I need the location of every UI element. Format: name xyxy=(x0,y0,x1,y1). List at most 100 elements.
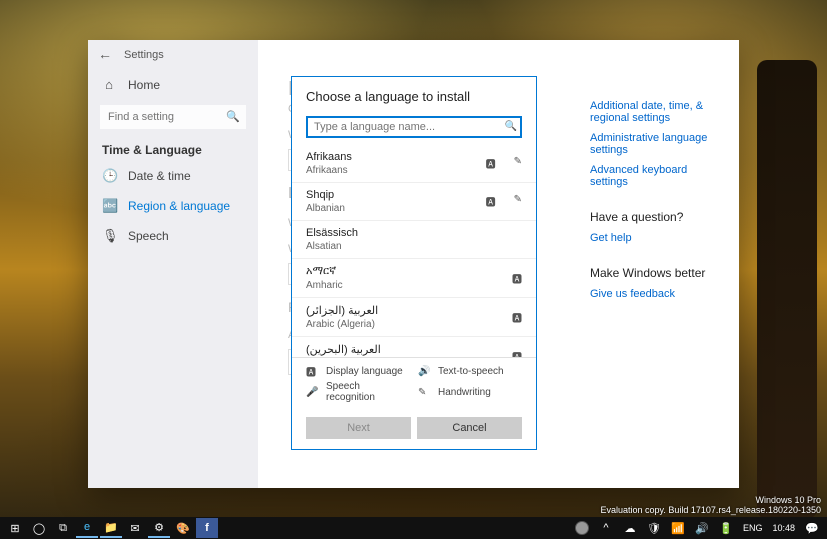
tray-arrow-icon[interactable]: ^ xyxy=(595,518,617,538)
language-native: العربية (الجزائر) xyxy=(306,304,512,317)
handwriting-icon: ✎ xyxy=(514,194,522,209)
sidebar-section-title: Time & Language xyxy=(88,135,258,161)
sidebar-search: 🔍 xyxy=(100,105,246,129)
next-button[interactable]: Next xyxy=(306,417,411,439)
build-line: Evaluation copy. Build 17107.rs4_release… xyxy=(601,505,822,515)
sidebar: ⌂ Home 🔍 Time & Language 🕒 Date & time 🔤… xyxy=(88,40,258,488)
sidebar-home[interactable]: ⌂ Home xyxy=(88,70,258,99)
feature-icons: 🅰 xyxy=(512,349,522,358)
edge-icon[interactable]: e xyxy=(76,518,98,538)
dialog-buttons: Next Cancel xyxy=(292,409,536,449)
get-help-link[interactable]: Get help xyxy=(590,232,725,244)
explorer-icon[interactable]: 📁 xyxy=(100,518,122,538)
language-native: العربية (البحرين) xyxy=(306,343,512,356)
search-icon: 🔍 xyxy=(226,110,240,123)
sidebar-item-label: Speech xyxy=(128,229,169,243)
clock-icon: 🕒 xyxy=(102,168,116,184)
settings-icon[interactable]: ⚙ xyxy=(148,518,170,538)
feature-legend: 🅰 Display language 🔊 Text-to-speech 🎤 Speec… xyxy=(292,357,536,409)
cortana-button[interactable]: ◯ xyxy=(28,518,50,538)
start-button[interactable]: ⊞ xyxy=(4,518,26,538)
language-native: Shqip xyxy=(306,189,486,201)
build-line: Windows 10 Pro xyxy=(601,495,822,505)
tray-avatar[interactable] xyxy=(571,518,593,538)
question-title: Have a question? xyxy=(590,210,725,224)
tray-volume-icon[interactable]: 🔊 xyxy=(691,518,713,538)
tray-defender-icon[interactable]: 🛡 xyxy=(643,518,665,538)
feedback-link[interactable]: Give us feedback xyxy=(590,288,725,300)
sidebar-item-date-time[interactable]: 🕒 Date & time xyxy=(88,161,258,191)
language-item[interactable]: AfrikaansAfrikaans🅰✎ xyxy=(292,145,536,182)
language-native: አማርኛ xyxy=(306,265,512,278)
legend-label: Handwriting xyxy=(438,387,491,398)
search-icon: 🔍 xyxy=(505,121,517,132)
build-watermark: Windows 10 Pro Evaluation copy. Build 17… xyxy=(601,495,822,515)
tray-onedrive-icon[interactable]: ☁ xyxy=(619,518,641,538)
language-search-input[interactable] xyxy=(306,116,522,138)
related-link[interactable]: Additional date, time, & regional settin… xyxy=(590,100,725,124)
choose-language-dialog: Choose a language to install 🔍 Afrikaans… xyxy=(291,76,537,450)
microphone-icon: 🎙 xyxy=(102,228,116,244)
taskbar: ⊞ ◯ ⧉ e 📁 ✉ ⚙ 🎨 f ^ ☁ 🛡 📶 🔊 🔋 ENG 10:48 … xyxy=(0,517,827,539)
legend-label: Text-to-speech xyxy=(438,366,504,377)
language-item[interactable]: Elsässisch Alsatian xyxy=(292,220,536,258)
facebook-icon[interactable]: f xyxy=(196,518,218,538)
window-title: Settings xyxy=(124,49,164,61)
sidebar-home-label: Home xyxy=(128,78,160,92)
legend-handwriting: ✎ Handwriting xyxy=(418,381,522,403)
display-icon: 🅰 xyxy=(486,194,496,209)
display-icon: 🅰 xyxy=(512,271,522,286)
tray-clock[interactable]: 10:48 xyxy=(768,523,799,533)
display-icon: 🅰 xyxy=(306,364,318,379)
home-icon: ⌂ xyxy=(102,77,116,92)
legend-label: Display language xyxy=(326,366,403,377)
language-english: Afrikaans xyxy=(306,165,486,176)
dialog-title: Choose a language to install xyxy=(292,77,536,116)
language-english: Alsatian xyxy=(306,241,522,252)
language-icon: 🔤 xyxy=(102,198,116,214)
paint-icon[interactable]: 🎨 xyxy=(172,518,194,538)
feature-icons: 🅰✎ xyxy=(486,156,522,171)
language-item[interactable]: العربية (البحرين)Arabic (Bahrain)🅰 xyxy=(292,336,536,357)
feature-icons: 🅰 xyxy=(512,271,522,286)
related-link[interactable]: Administrative language settings xyxy=(590,132,725,156)
dialog-search: 🔍 xyxy=(306,116,522,138)
feedback-title: Make Windows better xyxy=(590,266,725,280)
legend-label: Speech recognition xyxy=(326,381,410,403)
language-native: Elsässisch xyxy=(306,227,522,239)
sidebar-item-label: Region & language xyxy=(128,199,230,213)
sidebar-item-region-language[interactable]: 🔤 Region & language xyxy=(88,191,258,221)
sidebar-item-speech[interactable]: 🎙 Speech xyxy=(88,221,258,251)
language-item[interactable]: አማርኛAmharic🅰 xyxy=(292,258,536,297)
language-english: Albanian xyxy=(306,203,486,214)
action-center-icon[interactable]: 💬 xyxy=(801,518,823,538)
language-native: Afrikaans xyxy=(306,151,486,163)
speech-icon: 🎤 xyxy=(306,387,318,398)
language-item[interactable]: العربية (الجزائر) Arabic (Algeria)🅰 xyxy=(292,297,536,336)
display-icon: 🅰 xyxy=(512,310,522,325)
display-icon: 🅰 xyxy=(512,349,522,358)
tray-battery-icon[interactable]: 🔋 xyxy=(715,518,737,538)
related-link[interactable]: Advanced keyboard settings xyxy=(590,164,725,188)
legend-display: 🅰 Display language xyxy=(306,364,410,379)
mail-icon[interactable]: ✉ xyxy=(124,518,146,538)
tts-icon: 🔊 xyxy=(418,366,430,377)
legend-speech: 🎤 Speech recognition xyxy=(306,381,410,403)
search-input[interactable] xyxy=(100,105,246,129)
display-icon: 🅰 xyxy=(486,156,496,171)
system-tray: ^ ☁ 🛡 📶 🔊 🔋 ENG 10:48 💬 xyxy=(571,518,823,538)
language-list[interactable]: AfrikaansAfrikaans🅰✎ShqipAlbanian🅰✎Elsäs… xyxy=(292,144,536,357)
cancel-button[interactable]: Cancel xyxy=(417,417,522,439)
sidebar-item-label: Date & time xyxy=(128,169,191,183)
task-view-button[interactable]: ⧉ xyxy=(52,518,74,538)
handwriting-icon: ✎ xyxy=(418,387,430,398)
feature-icons: 🅰✎ xyxy=(486,194,522,209)
language-item[interactable]: ShqipAlbanian🅰✎ xyxy=(292,182,536,220)
tray-language[interactable]: ENG xyxy=(739,523,767,533)
tray-network-icon[interactable]: 📶 xyxy=(667,518,689,538)
feature-icons: 🅰 xyxy=(512,310,522,325)
language-english: Arabic (Algeria) xyxy=(306,319,512,330)
related-links-column: Additional date, time, & regional settin… xyxy=(590,100,725,300)
handwriting-icon: ✎ xyxy=(514,156,522,171)
back-button[interactable]: ← xyxy=(98,46,116,64)
